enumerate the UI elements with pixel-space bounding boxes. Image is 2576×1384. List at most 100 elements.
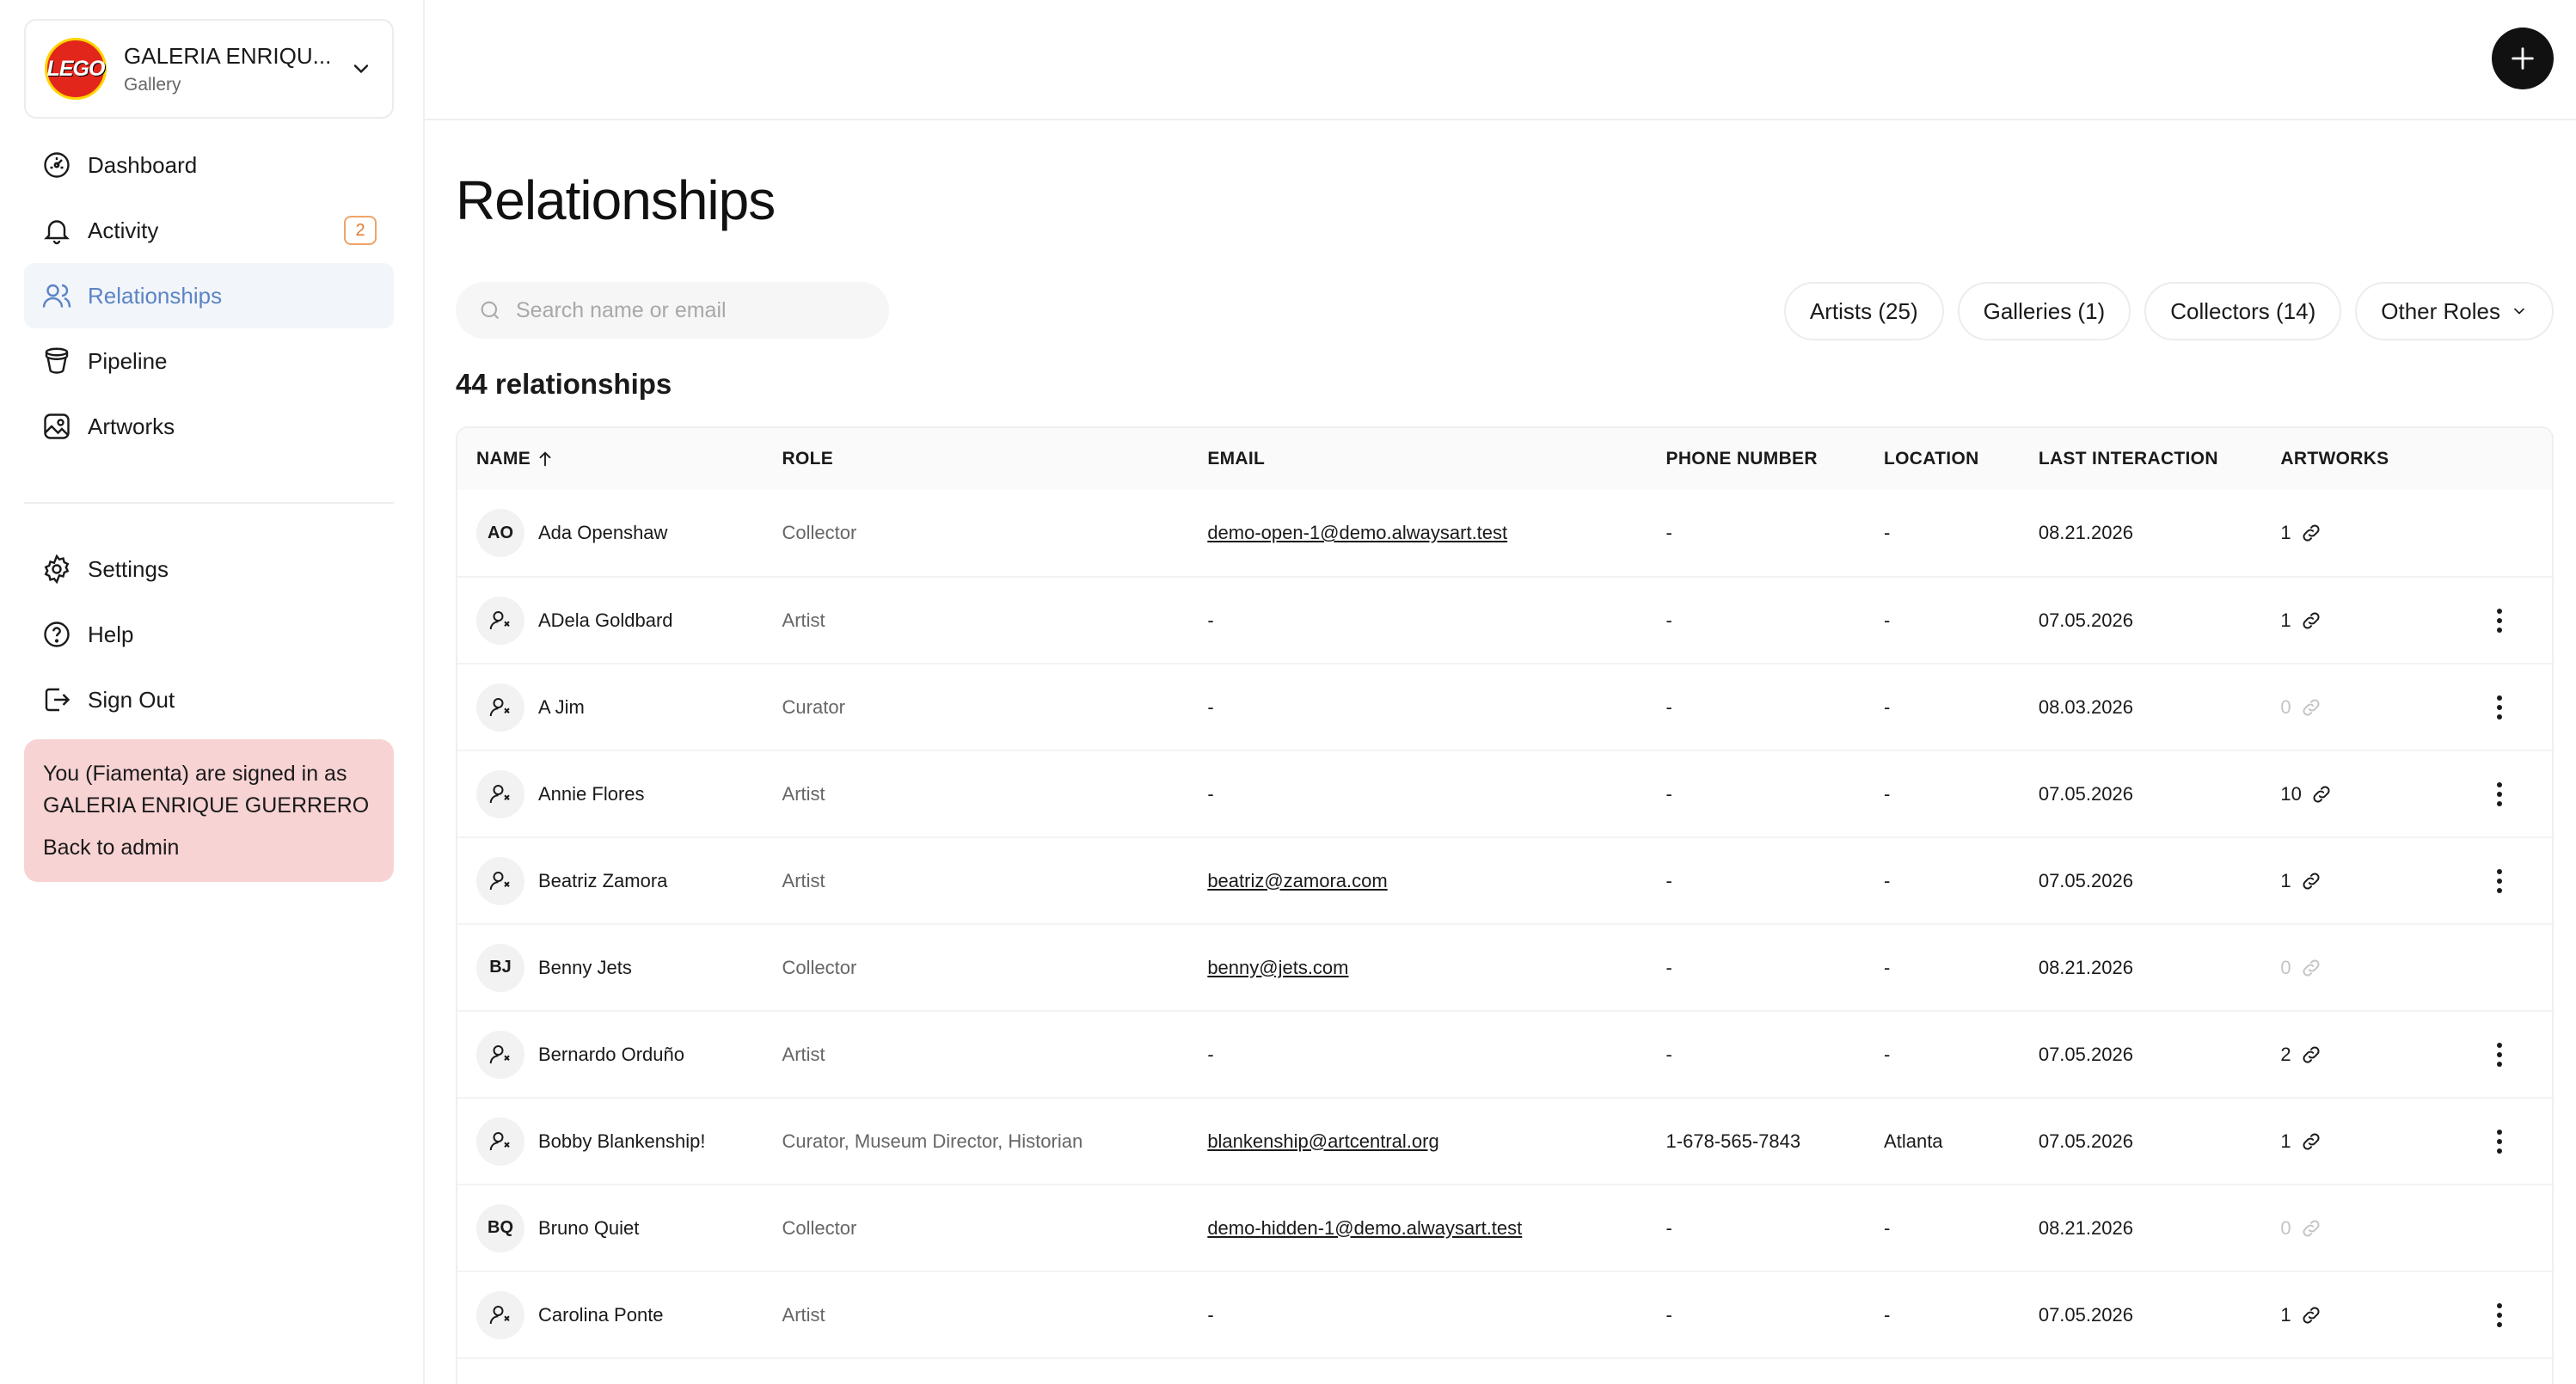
contact-name[interactable]: ADela Goldbard <box>538 609 673 632</box>
contact-name[interactable]: A Jim <box>538 696 585 719</box>
bell-icon <box>44 220 70 245</box>
avatar <box>476 1290 524 1339</box>
avatar: BJ <box>476 943 524 992</box>
contact-phone: - <box>1665 750 1885 838</box>
artworks-count[interactable]: 10 <box>2280 783 2487 805</box>
row-menu-button[interactable] <box>2487 1126 2512 1157</box>
nav-activity[interactable]: Activity 2 <box>24 198 394 263</box>
table-row[interactable]: AO Ada Openshaw Collector demo-open-1@demo.… <box>457 490 2552 578</box>
link-icon <box>2303 873 2320 889</box>
header-last-interaction[interactable]: LAST INTERACTION <box>2039 428 2281 490</box>
contact-phone: - <box>1665 924 1885 1012</box>
nav-pipeline[interactable]: Pipeline <box>24 328 394 394</box>
nav-pipeline-label: Pipeline <box>88 347 168 374</box>
sidebar: LEGO GALERIA ENRIQU... Gallery Dashboard… <box>0 0 425 1384</box>
table-row[interactable]: A Jim Curator - - -08.03.2026 0 <box>457 664 2552 751</box>
filter-artists[interactable]: Artists (25) <box>1783 282 1944 340</box>
nav-dashboard[interactable]: Dashboard <box>24 132 394 198</box>
row-menu-button[interactable] <box>2487 779 2512 810</box>
more-vertical-icon <box>2497 1042 2503 1067</box>
contact-name[interactable]: Bobby Blankenship! <box>538 1130 705 1153</box>
table-header-row: NAME ROLE EMAIL PHONE NUMBER LOCATION LA… <box>457 428 2552 490</box>
search-box[interactable] <box>456 282 889 339</box>
row-menu-button[interactable] <box>2487 866 2512 897</box>
artworks-count[interactable]: 0 <box>2280 957 2487 979</box>
activity-badge: 2 <box>344 216 377 245</box>
filter-collectors[interactable]: Collectors (14) <box>2144 282 2342 340</box>
user-unlinked-icon <box>489 1044 510 1063</box>
link-icon <box>2303 524 2320 542</box>
table-row[interactable]: BJ Benny Jets Collector benny@jets.com - -08.… <box>457 924 2552 1012</box>
contact-name[interactable]: Annie Flores <box>538 783 645 805</box>
table-row[interactable]: Beatriz Zamora Artist beatriz@zamora.com - -… <box>457 837 2552 925</box>
contact-name[interactable]: Bruno Quiet <box>538 1217 639 1240</box>
row-menu-button[interactable] <box>2487 605 2512 636</box>
table-row[interactable]: BQ Bruno Quiet Collector demo-hidden-1@demo… <box>457 1185 2552 1272</box>
artworks-count[interactable]: 2 <box>2280 1044 2487 1066</box>
more-vertical-icon <box>2497 868 2503 893</box>
contact-role: Collector <box>782 924 1208 1012</box>
nav-relationships[interactable]: Relationships <box>24 263 394 328</box>
artworks-count[interactable]: 1 <box>2280 870 2487 892</box>
contact-role: Artist <box>782 1271 1208 1359</box>
add-button[interactable] <box>2492 28 2554 89</box>
link-icon <box>2313 786 2330 802</box>
nav-sign-out[interactable]: Sign Out <box>24 667 394 732</box>
artworks-count[interactable]: 0 <box>2280 1217 2487 1240</box>
table-row[interactable]: Carolina Ponte Artist - - -07.05.2026 1 <box>457 1271 2552 1359</box>
contact-email-link[interactable]: beatriz@zamora.com <box>1207 870 1387 891</box>
nav-settings-label: Settings <box>88 555 169 582</box>
more-vertical-icon <box>2497 781 2503 806</box>
back-to-admin-link[interactable]: Back to admin <box>43 832 375 864</box>
contact-email: - <box>1207 1303 1214 1326</box>
search-input[interactable] <box>516 297 860 323</box>
more-vertical-icon <box>2497 1302 2503 1327</box>
artworks-count[interactable]: 1 <box>2280 1130 2487 1153</box>
org-switcher[interactable]: LEGO GALERIA ENRIQU... Gallery <box>24 19 394 119</box>
avatar <box>476 1030 524 1079</box>
table-row[interactable]: Bobby Blankenship! Curator, Museum Direct… <box>457 1098 2552 1185</box>
avatar: AO <box>476 509 524 557</box>
dashboard-icon <box>44 152 70 178</box>
contact-name[interactable]: Beatriz Zamora <box>538 870 667 892</box>
link-icon <box>2303 1220 2320 1236</box>
nav-activity-label: Activity <box>88 217 159 243</box>
contact-name[interactable]: Benny Jets <box>538 957 632 979</box>
artworks-count[interactable]: 1 <box>2280 522 2487 544</box>
contact-email-link[interactable]: blankenship@artcentral.org <box>1207 1130 1438 1152</box>
header-email[interactable]: EMAIL <box>1207 428 1665 490</box>
header-location[interactable]: LOCATION <box>1884 428 2039 490</box>
header-artworks[interactable]: ARTWORKS <box>2280 428 2487 490</box>
header-role[interactable]: ROLE <box>782 428 1208 490</box>
contact-email-link[interactable]: demo-hidden-1@demo.alwaysart.test <box>1207 1217 1522 1239</box>
header-phone[interactable]: PHONE NUMBER <box>1666 428 1885 490</box>
contact-name[interactable]: Ada Openshaw <box>538 522 667 544</box>
filter-other-roles[interactable]: Other Roles <box>2355 282 2554 340</box>
contact-location: Atlanta <box>1884 1098 2039 1185</box>
header-actions <box>2487 428 2552 490</box>
table-row[interactable]: ADela Goldbard Artist - - -07.05.2026 1 <box>457 577 2552 664</box>
contact-name[interactable]: Bernardo Orduño <box>538 1044 684 1066</box>
contact-location: - <box>1884 1185 2039 1272</box>
contact-location: - <box>1884 1271 2039 1359</box>
artworks-count[interactable]: 1 <box>2280 609 2487 632</box>
avatar <box>476 1117 524 1166</box>
artworks-count[interactable]: 1 <box>2280 1304 2487 1326</box>
contact-email-link[interactable]: benny@jets.com <box>1207 957 1348 978</box>
row-menu-button[interactable] <box>2487 1300 2512 1331</box>
search-icon <box>481 301 500 320</box>
header-name[interactable]: NAME <box>457 428 782 490</box>
contact-email-link[interactable]: demo-open-1@demo.alwaysart.test <box>1207 522 1507 543</box>
artworks-count[interactable]: 0 <box>2280 696 2487 719</box>
nav-artworks[interactable]: Artworks <box>24 394 394 459</box>
nav-settings[interactable]: Settings <box>24 536 394 602</box>
contact-email: - <box>1207 782 1214 805</box>
filter-galleries[interactable]: Galleries (1) <box>1957 282 2131 340</box>
contact-name[interactable]: Carolina Ponte <box>538 1304 664 1326</box>
table-row[interactable]: Bernardo Orduño Artist - - -07.05.2026 2 <box>457 1011 2552 1099</box>
nav-help[interactable]: Help <box>24 602 394 667</box>
table-row[interactable]: Annie Flores Artist - - -07.05.2026 10 <box>457 750 2552 838</box>
row-menu-button[interactable] <box>2487 1039 2512 1070</box>
contact-location: - <box>1884 837 2039 925</box>
row-menu-button[interactable] <box>2487 692 2512 723</box>
